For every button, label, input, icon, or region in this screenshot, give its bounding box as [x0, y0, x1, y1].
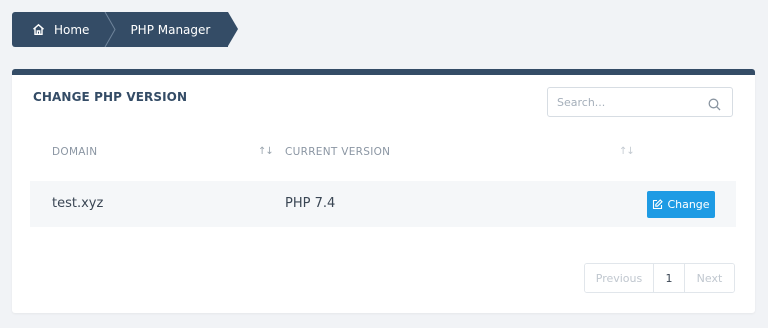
- search-box[interactable]: [547, 87, 733, 117]
- pagination-next[interactable]: Next: [685, 264, 734, 292]
- search-icon[interactable]: [708, 96, 721, 111]
- pagination-previous[interactable]: Previous: [585, 264, 654, 292]
- breadcrumb: Home PHP Manager: [12, 12, 239, 47]
- home-icon: [32, 23, 45, 36]
- cell-version: PHP 7.4: [285, 196, 336, 211]
- breadcrumb-home-label: Home: [54, 22, 90, 37]
- cell-domain: test.xyz: [52, 196, 104, 211]
- breadcrumb-current[interactable]: PHP Manager: [105, 12, 239, 47]
- php-version-card: CHANGE PHP VERSION DOMAIN ↑↓ CURRENT VER…: [12, 69, 755, 313]
- card-title: CHANGE PHP VERSION: [33, 90, 188, 104]
- search-input[interactable]: [548, 88, 698, 116]
- breadcrumb-home[interactable]: Home: [12, 12, 116, 47]
- breadcrumb-current-label: PHP Manager: [130, 22, 211, 37]
- sort-domain-icon[interactable]: ↑↓: [258, 146, 274, 157]
- pagination-page-1[interactable]: 1: [654, 264, 685, 292]
- table-header: DOMAIN ↑↓ CURRENT VERSION ↑↓: [30, 146, 736, 166]
- column-header-domain[interactable]: DOMAIN: [52, 146, 97, 158]
- edit-icon: [652, 199, 664, 210]
- pagination: Previous 1 Next: [584, 263, 735, 293]
- sort-version-icon[interactable]: ↑↓: [619, 146, 635, 157]
- change-button[interactable]: Change: [647, 191, 715, 218]
- change-button-label: Change: [667, 198, 710, 211]
- table-row: test.xyz PHP 7.4 Change: [30, 181, 736, 227]
- column-header-current-version[interactable]: CURRENT VERSION: [285, 146, 390, 158]
